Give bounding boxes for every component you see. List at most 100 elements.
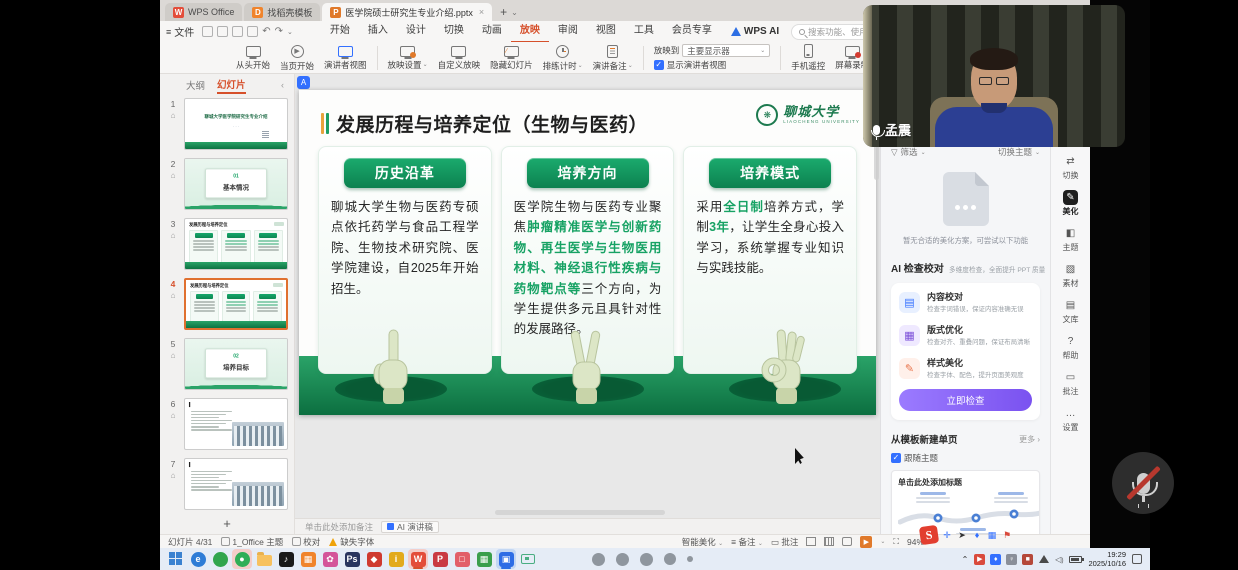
ribbon-tab-切换[interactable]: 切换: [435, 20, 473, 43]
notification-center-icon[interactable]: [1132, 554, 1142, 564]
share-tool-icon[interactable]: ⚑: [1001, 529, 1013, 541]
ai-check-item[interactable]: ▤内容校对检查字词错误，保证内容准确无误: [899, 290, 1032, 314]
notes-placeholder[interactable]: 单击此处添加备注: [305, 521, 373, 533]
more-link[interactable]: 更多 ›: [1019, 434, 1040, 445]
volume-icon[interactable]: ◁): [1055, 555, 1063, 564]
tray-expand-icon[interactable]: ⌃: [962, 555, 969, 564]
mute-microphone-button[interactable]: [1112, 452, 1174, 514]
smart-beautify-button[interactable]: 智能美化 ⌄: [682, 536, 723, 548]
ribbon-tab-开始[interactable]: 开始: [321, 20, 359, 43]
ai-speech-tab[interactable]: AI 演讲稿: [381, 521, 439, 533]
comments-toggle[interactable]: ▭ 批注: [771, 536, 798, 548]
notes-bar[interactable]: 单击此处添加备注 AI 演讲稿: [295, 518, 880, 534]
side-tool-文库[interactable]: ▤文库: [1051, 296, 1090, 327]
tray-app-icon[interactable]: ■: [1022, 554, 1033, 565]
taskbar-app-icon[interactable]: ◆: [364, 549, 384, 569]
cloud-icon[interactable]: [247, 26, 258, 37]
taskbar-app-icon[interactable]: □: [452, 549, 472, 569]
tray-app-icon[interactable]: ♦: [990, 554, 1001, 565]
ribbon-button-演讲者视图[interactable]: 演讲者视图: [324, 45, 367, 71]
app-tab[interactable]: D找稻壳模板: [244, 3, 320, 21]
taskbar-app-icon[interactable]: P: [430, 549, 450, 569]
slide-thumbnail-3[interactable]: 发展历程与培养定位: [184, 218, 288, 270]
slideshow-play-button[interactable]: ▶: [860, 536, 872, 548]
preview-icon[interactable]: [232, 26, 243, 37]
wps-assistant-icon[interactable]: A: [297, 76, 310, 89]
slide[interactable]: 发展历程与培养定位（生物与医药） ❋ 聊城大学 LIAOCHENG UNIVER…: [299, 90, 876, 415]
slide-thumbnail-6[interactable]: ▍: [184, 398, 288, 450]
side-tool-设置[interactable]: …设置: [1051, 404, 1090, 435]
ribbon-button-从头开始[interactable]: 从头开始: [236, 45, 270, 71]
taskbar-app-icon[interactable]: [210, 549, 230, 569]
tab-list-caret-icon[interactable]: ⌄: [511, 8, 518, 17]
slide-canvas-area[interactable]: A 发展历程与培养定位（生物与医药） ❋ 聊城大学 LIAOCHENG UNIV: [295, 74, 880, 518]
more-caret-icon[interactable]: ⌄: [287, 28, 293, 36]
sorter-view-icon[interactable]: [824, 537, 834, 546]
app-tab[interactable]: WWPS Office: [165, 3, 242, 21]
ribbon-tab-插入[interactable]: 插入: [359, 20, 397, 43]
taskbar-app-icon[interactable]: W: [408, 549, 428, 569]
taskbar-app-icon[interactable]: ●: [232, 549, 252, 569]
share-tool-icon[interactable]: ♦: [971, 529, 983, 541]
ribbon-button-排练计时[interactable]: 排练计时⌄: [543, 44, 583, 72]
ribbon-tab-审阅[interactable]: 审阅: [549, 20, 587, 43]
taskbar-app-icon[interactable]: [254, 549, 274, 569]
reading-view-icon[interactable]: [842, 537, 852, 546]
share-tool-icon[interactable]: ▦: [986, 529, 998, 541]
switch-theme-dropdown[interactable]: 切换主题: [998, 146, 1032, 158]
close-tab-icon[interactable]: ×: [479, 7, 484, 17]
wifi-icon[interactable]: [1039, 555, 1049, 563]
taskbar-clock[interactable]: 19:29 2025/10/16: [1088, 550, 1126, 568]
ribbon-tab-设计[interactable]: 设计: [397, 20, 435, 43]
share-tool-icon[interactable]: ➤: [956, 529, 968, 541]
file-menu[interactable]: ≡文件: [166, 24, 194, 39]
ribbon-button-当页开始[interactable]: ▶当页开始: [280, 44, 314, 72]
missing-font-label[interactable]: 缺失字体: [340, 537, 374, 547]
tab-slides[interactable]: 幻灯片: [217, 77, 246, 94]
share-tool-icon[interactable]: ✛: [941, 529, 953, 541]
share-tool-logo-icon[interactable]: S: [919, 525, 939, 545]
side-tool-主题[interactable]: ◧主题: [1051, 224, 1090, 255]
taskbar-app-icon[interactable]: Ps: [342, 549, 362, 569]
display-target-select[interactable]: 主要显示器⌄: [682, 44, 770, 57]
tray-app-icon[interactable]: ♀: [1006, 554, 1017, 565]
undo-icon[interactable]: ↶: [262, 26, 270, 37]
follow-theme-checkbox[interactable]: ✓: [891, 453, 901, 463]
taskbar-app-icon[interactable]: [518, 549, 538, 569]
check-now-button[interactable]: 立即检查: [899, 389, 1032, 411]
taskbar-app-icon[interactable]: [166, 549, 186, 569]
ribbon-button-演讲备注[interactable]: 演讲备注⌄: [593, 44, 633, 72]
ribbon-button-自定义放映[interactable]: 自定义放映: [438, 45, 481, 71]
tray-app-icon[interactable]: ▶: [974, 554, 985, 565]
tab-outline[interactable]: 大纲: [186, 78, 205, 92]
taskbar-app-icon[interactable]: ♪: [276, 549, 296, 569]
taskbar-app-icon[interactable]: ▣: [496, 549, 516, 569]
ribbon-tab-视图[interactable]: 视图: [587, 20, 625, 43]
battery-icon[interactable]: [1069, 556, 1082, 563]
save-icon[interactable]: [202, 26, 213, 37]
ribbon-button-放映设置[interactable]: 放映设置⌄: [388, 45, 428, 71]
slide-thumbnail-4[interactable]: 发展历程与培养定位: [184, 278, 288, 330]
side-tool-帮助[interactable]: ?帮助: [1051, 332, 1090, 363]
ribbon-button-手机遥控[interactable]: 手机遥控: [791, 44, 825, 72]
taskbar-app-icon[interactable]: ▦: [298, 549, 318, 569]
ribbon-button-隐藏幻灯片[interactable]: ∕隐藏幻灯片: [490, 45, 533, 71]
side-tool-切换[interactable]: ⇄切换: [1051, 152, 1090, 183]
notes-toggle[interactable]: ≡ 备注 ⌄: [731, 536, 763, 548]
ribbon-tab-工具[interactable]: 工具: [625, 20, 663, 43]
meeting-video-overlay[interactable]: 孟震: [863, 5, 1125, 147]
ribbon-tab-放映[interactable]: 放映: [511, 20, 549, 43]
add-slide-button[interactable]: +: [160, 516, 294, 534]
side-tool-批注[interactable]: ▭批注: [1051, 368, 1090, 399]
template-preview-card[interactable]: 单击此处添加标题: [891, 470, 1040, 534]
filter-dropdown[interactable]: 筛选: [901, 146, 918, 158]
theme-name[interactable]: 1_Office 主题: [232, 537, 283, 547]
slide-thumbnail-5[interactable]: 02培养目标: [184, 338, 288, 390]
fullscreen-icon[interactable]: ⛶: [893, 537, 899, 547]
print-icon[interactable]: [217, 26, 228, 37]
ai-check-item[interactable]: ✎样式美化检查字体、配色，提升页面美观度: [899, 356, 1032, 380]
presenter-view-checkbox[interactable]: ✓: [654, 60, 664, 70]
app-tab[interactable]: P医学院硕士研究生专业介绍.pptx×: [322, 3, 492, 21]
taskbar-app-icon[interactable]: ▦: [474, 549, 494, 569]
proofread-label[interactable]: 校对: [303, 537, 320, 547]
